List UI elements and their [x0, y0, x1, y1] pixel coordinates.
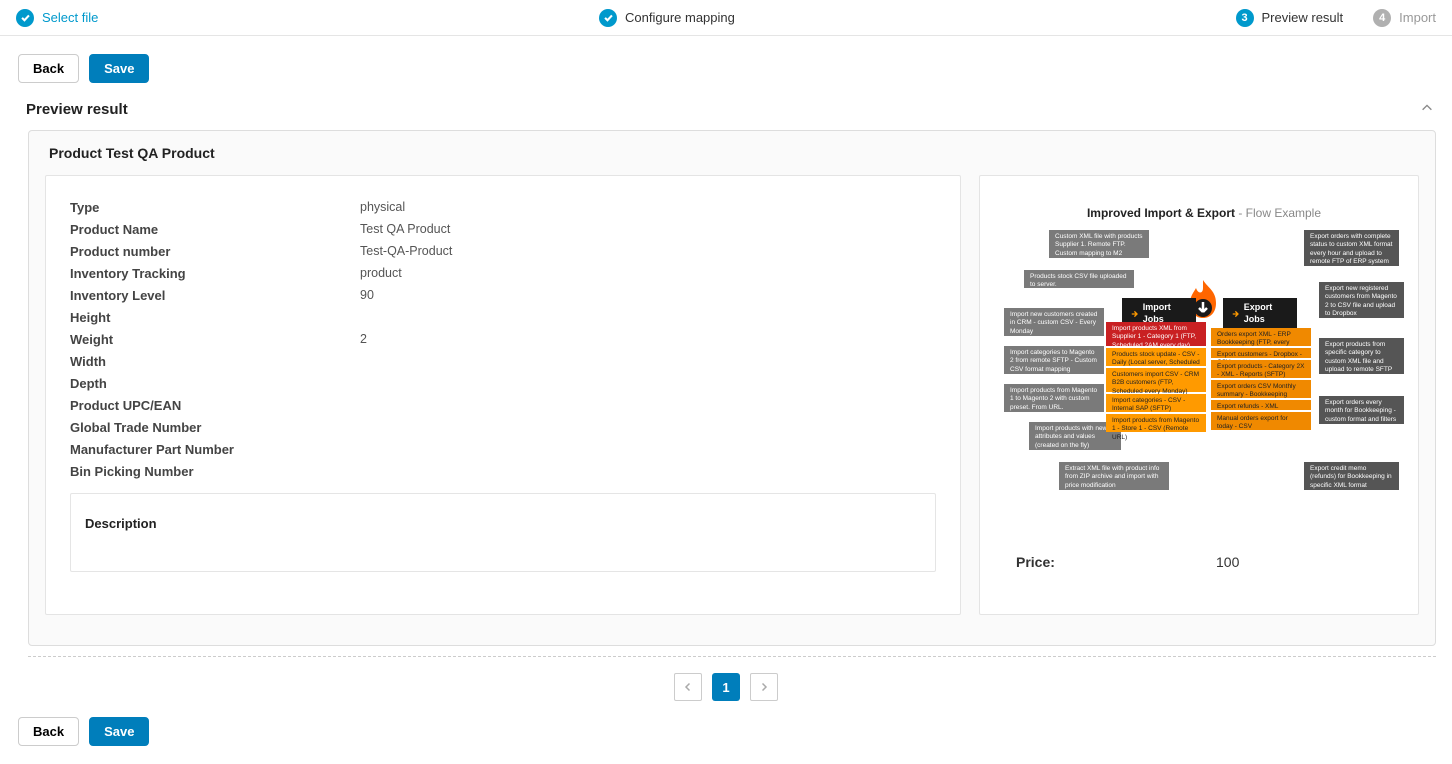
diagram-dark-tile: Export credit memo (refunds) for Bookkee… — [1304, 462, 1399, 490]
diagram-canvas: Custom XML file with products Supplier 1… — [1004, 228, 1404, 528]
detail-label: Width — [70, 354, 360, 369]
diagram-gray-tile: Products stock CSV file uploaded to serv… — [1024, 270, 1134, 288]
diagram-dark-tile: Export new registered customers from Mag… — [1319, 282, 1404, 318]
diagram-title: Improved Import & Export - Flow Example — [1004, 206, 1404, 220]
diagram-export-tile: Export customers - Dropbox - CSV — [1211, 348, 1311, 358]
price-row: Price: 100 — [1004, 548, 1394, 570]
detail-value: 90 — [360, 288, 374, 303]
diagram-import-tile: Products stock update - CSV - Daily (Loc… — [1106, 348, 1206, 366]
detail-label: Inventory Tracking — [70, 266, 360, 281]
step-label: Configure mapping — [625, 10, 735, 25]
product-title: Product Test QA Product — [29, 131, 1435, 175]
detail-label: Bin Picking Number — [70, 464, 360, 479]
detail-label: Depth — [70, 376, 360, 391]
detail-label: Weight — [70, 332, 360, 347]
price-label: Price: — [1016, 554, 1216, 570]
section-header[interactable]: Preview result — [0, 101, 1452, 130]
detail-label: Product Name — [70, 222, 360, 237]
detail-value: physical — [360, 200, 405, 215]
diagram-title-light: - Flow Example — [1235, 206, 1321, 220]
detail-value: 2 — [360, 332, 367, 347]
diagram-gray-tile: Import products from Magento 1 to Magent… — [1004, 384, 1104, 412]
detail-label: Inventory Level — [70, 288, 360, 303]
step-number-icon: 3 — [1236, 9, 1254, 27]
diagram-gray-tile: Custom XML file with products Supplier 1… — [1049, 230, 1149, 258]
button-row-bottom: Back Save — [0, 711, 1452, 764]
diagram-dark-tile: Export orders every month for Bookkeepin… — [1319, 396, 1404, 424]
diagram-import-tile: Import products from Magento 1 - Store 1… — [1106, 414, 1206, 432]
detail-label: Product UPC/EAN — [70, 398, 360, 413]
description-box: Description — [70, 493, 936, 572]
step-label: Import — [1399, 10, 1436, 25]
diagram-export-tile: Export orders CSV Monthly summary - Book… — [1211, 380, 1311, 398]
diagram-export-tile: Manual orders export for today - CSV — [1211, 412, 1311, 430]
image-panel: Improved Import & Export - Flow Example … — [979, 175, 1419, 615]
section-title: Preview result — [26, 101, 128, 118]
back-button[interactable]: Back — [18, 717, 79, 746]
detail-label: Manufacturer Part Number — [70, 442, 360, 457]
button-row-top: Back Save — [0, 36, 1452, 101]
step-number-icon: 4 — [1373, 9, 1391, 27]
detail-label: Global Trade Number — [70, 420, 360, 435]
step-configure-mapping[interactable]: Configure mapping — [599, 9, 735, 27]
detail-value: Test QA Product — [360, 222, 450, 237]
step-select-file[interactable]: Select file — [16, 9, 98, 27]
description-label: Description — [85, 516, 921, 531]
export-jobs-label: Export Jobs — [1244, 302, 1289, 325]
page-number-current[interactable]: 1 — [712, 673, 740, 701]
detail-value: Test-QA-Product — [360, 244, 452, 259]
detail-value: product — [360, 266, 402, 281]
preview-card: Product Test QA Product Typephysical Pro… — [28, 130, 1436, 646]
diagram-title-bold: Improved Import & Export — [1087, 206, 1235, 220]
diagram-gray-tile: Extract XML file with product info from … — [1059, 462, 1169, 490]
stepper: Select file Configure mapping 3 Preview … — [0, 0, 1452, 36]
step-preview-result[interactable]: 3 Preview result — [1236, 9, 1344, 27]
price-value: 100 — [1216, 554, 1239, 570]
flow-diagram: Improved Import & Export - Flow Example … — [1004, 206, 1404, 528]
diagram-gray-tile: Import categories to Magento 2 from remo… — [1004, 346, 1104, 374]
diagram-gray-tile: Import new customers created in CRM - cu… — [1004, 308, 1104, 336]
diagram-export-tile: Orders export XML - ERP Bookkeeping (FTP… — [1211, 328, 1311, 346]
diagram-import-tile: Import products XML from Supplier 1 - Ca… — [1106, 322, 1206, 346]
export-jobs-bar: Export Jobs — [1223, 298, 1297, 329]
back-button[interactable]: Back — [18, 54, 79, 83]
page-prev-button[interactable] — [674, 673, 702, 701]
product-title-name: Test QA Product — [106, 145, 215, 161]
check-icon — [599, 9, 617, 27]
product-title-prefix: Product — [49, 145, 102, 161]
diagram-import-tile: Customers import CSV - CRM B2B customers… — [1106, 368, 1206, 392]
diagram-export-tile: Export refunds - XML — [1211, 400, 1311, 410]
step-label: Preview result — [1262, 10, 1344, 25]
step-import[interactable]: 4 Import — [1373, 9, 1436, 27]
diagram-export-tile: Export products - Category 2X - XML - Re… — [1211, 360, 1311, 378]
details-panel: Typephysical Product NameTest QA Product… — [45, 175, 961, 615]
pagination: 1 — [0, 657, 1452, 711]
step-label: Select file — [42, 10, 98, 25]
detail-label: Type — [70, 200, 360, 215]
check-icon — [16, 9, 34, 27]
save-button[interactable]: Save — [89, 54, 149, 83]
diagram-dark-tile: Export products from specific category t… — [1319, 338, 1404, 374]
page-next-button[interactable] — [750, 673, 778, 701]
chevron-up-icon — [1420, 101, 1434, 118]
save-button[interactable]: Save — [89, 717, 149, 746]
detail-label: Product number — [70, 244, 360, 259]
detail-label: Height — [70, 310, 360, 325]
diagram-import-tile: Import categories - CSV - Internal SAP (… — [1106, 394, 1206, 412]
diagram-dark-tile: Export orders with complete status to cu… — [1304, 230, 1399, 266]
